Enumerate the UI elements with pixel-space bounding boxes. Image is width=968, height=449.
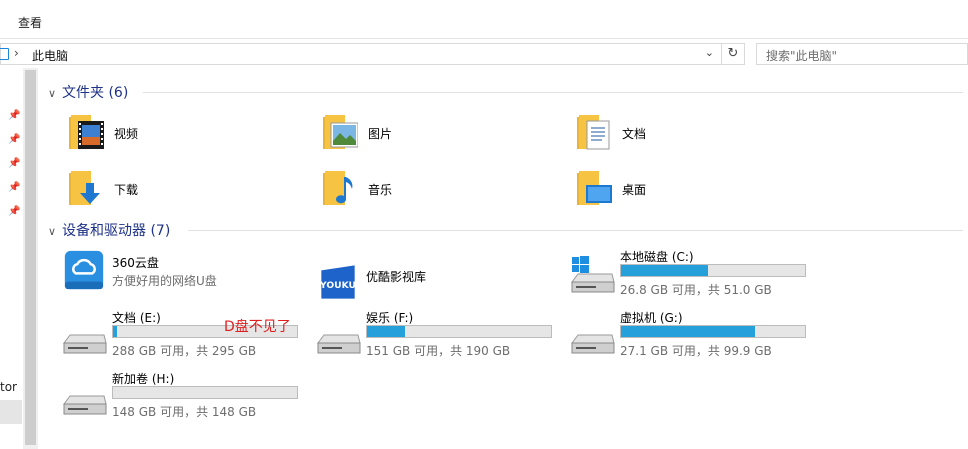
pin-icon[interactable]: 📌	[8, 110, 20, 121]
drive-name: 新加卷 (H:)	[112, 372, 175, 386]
youku-logo-text: YOUKU	[319, 280, 356, 291]
content-pane: ∨ 文件夹 (6) 视频 图片 文档 下载 音乐 桌面 ∨ 设备和驱动器 (7)…	[38, 68, 968, 449]
drive-name: 娱乐 (F:)	[366, 311, 414, 325]
chevron-down-icon[interactable]: ∨	[48, 225, 62, 238]
tab-view[interactable]: 查看	[18, 14, 42, 31]
drive-name: 优酷影视库	[366, 270, 427, 284]
downloads-folder-icon	[69, 171, 100, 205]
pin-icon[interactable]: 📌	[8, 206, 20, 217]
group-header-folders[interactable]: ∨ 文件夹 (6)	[48, 82, 963, 102]
address-bar[interactable]: › 此电脑 ⌄ ↻	[0, 43, 745, 65]
drive-name: 虚拟机 (G:)	[620, 311, 683, 325]
music-folder-icon	[323, 171, 353, 205]
chevron-down-icon[interactable]: ∨	[48, 87, 62, 100]
search-input[interactable]: 搜索"此电脑"	[756, 43, 968, 65]
folder-label: 视频	[114, 127, 139, 141]
drive-item-h[interactable]: 新加卷 (H:) 148 GB 可用，共 148 GB	[60, 370, 320, 426]
scrollbar-thumb[interactable]	[25, 70, 36, 445]
drive-item-youku[interactable]: YOUKU 优酷影视库	[314, 254, 574, 310]
address-dropdown-icon[interactable]: ⌄	[705, 46, 714, 59]
drive-name: 文档 (E:)	[112, 311, 161, 325]
folder-label: 下载	[114, 183, 139, 197]
hard-drive-icon	[317, 334, 361, 354]
drive-subtitle: 方便好用的网络U盘	[112, 274, 217, 288]
pin-icon[interactable]: 📌	[8, 182, 20, 193]
documents-folder-icon	[577, 115, 610, 150]
breadcrumb-separator-icon[interactable]: ›	[14, 46, 19, 60]
group-divider	[188, 230, 963, 231]
pin-icon[interactable]: 📌	[8, 134, 20, 145]
drive-capacity-text: 151 GB 可用，共 190 GB	[366, 344, 511, 358]
drive-name: 360云盘	[112, 256, 159, 270]
drive-item-360-cloud[interactable]: 360云盘 方便好用的网络U盘	[60, 250, 320, 310]
folder-label: 文档	[622, 127, 647, 141]
youku-icon: YOUKU	[319, 265, 356, 299]
search-placeholder: 搜索"此电脑"	[766, 49, 838, 63]
group-header-devices[interactable]: ∨ 设备和驱动器 (7)	[48, 220, 963, 240]
drive-capacity-text: 148 GB 可用，共 148 GB	[112, 405, 257, 419]
drive-capacity-text: 288 GB 可用，共 295 GB	[112, 344, 257, 358]
annotation-text: D盘不见了	[224, 319, 291, 335]
capacity-fill	[367, 326, 405, 337]
desktop-folder-icon	[577, 171, 612, 205]
nav-scrollbar[interactable]	[23, 68, 38, 449]
group-title-devices: 设备和驱动器 (7)	[62, 223, 171, 239]
drive-capacity-text: 27.1 GB 可用，共 99.9 GB	[620, 344, 772, 358]
drive-capacity-text: 26.8 GB 可用，共 51.0 GB	[620, 283, 772, 297]
drive-item-f[interactable]: 娱乐 (F:) 151 GB 可用，共 190 GB	[314, 309, 574, 365]
ribbon: 查看	[0, 0, 968, 39]
folder-label: 图片	[368, 127, 393, 141]
capacity-bar	[620, 325, 806, 338]
capacity-bar	[112, 386, 298, 399]
hard-drive-icon	[63, 395, 107, 415]
hard-drive-icon	[63, 334, 107, 354]
nav-item-partial[interactable]: tor	[0, 380, 17, 394]
capacity-fill	[621, 265, 709, 276]
address-bar-row: › 此电脑 ⌄ ↻ 搜索"此电脑"	[0, 40, 968, 68]
capacity-bar	[620, 264, 806, 277]
group-title-folders: 文件夹 (6)	[62, 85, 129, 101]
group-divider	[143, 92, 963, 93]
drive-item-c[interactable]: 本地磁盘 (C:) 26.8 GB 可用，共 51.0 GB	[568, 248, 828, 304]
capacity-fill	[621, 326, 756, 337]
pictures-folder-icon	[323, 115, 358, 149]
nav-item-selected[interactable]	[0, 400, 22, 424]
this-pc-icon	[0, 48, 9, 60]
refresh-button[interactable]: ↻	[721, 44, 744, 64]
drive-name: 本地磁盘 (C:)	[620, 250, 694, 264]
360-cloud-icon	[64, 250, 104, 290]
navigation-pane: 📌 📌 📌 📌 📌 tor	[0, 68, 23, 449]
video-folder-icon	[69, 115, 104, 149]
capacity-bar	[366, 325, 552, 338]
hard-drive-icon	[571, 334, 615, 354]
folder-label: 音乐	[368, 183, 393, 197]
capacity-fill	[113, 326, 118, 337]
breadcrumb-this-pc[interactable]: 此电脑	[32, 47, 68, 64]
pin-icon[interactable]: 📌	[8, 158, 20, 169]
drive-item-g[interactable]: 虚拟机 (G:) 27.1 GB 可用，共 99.9 GB	[568, 309, 828, 365]
folder-label: 桌面	[622, 183, 647, 197]
windows-drive-icon	[571, 256, 615, 293]
